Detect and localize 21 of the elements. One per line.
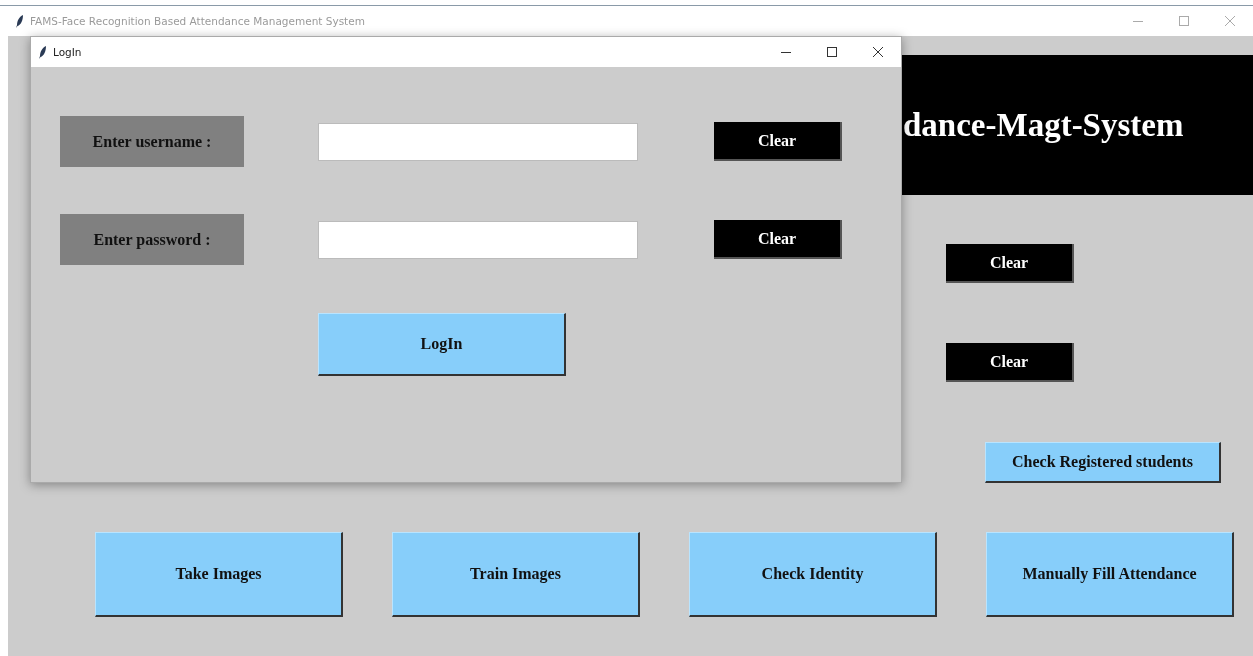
action-button[interactable]: Take Images [95,532,343,617]
feather-icon [16,14,24,28]
field-label: Enter username : [60,116,244,167]
maximize-icon[interactable] [827,47,837,57]
clear-button[interactable]: Clear [714,122,842,161]
action-button[interactable]: Train Images [392,532,640,617]
input-field[interactable] [318,220,638,259]
check-registered-button[interactable]: Check Registered students [985,442,1221,483]
dialog-title: LogIn [53,46,82,58]
field-label: Enter password : [60,214,244,265]
clear-button[interactable]: Clear [946,343,1074,382]
input-field[interactable] [318,122,638,161]
banner-title: dance-Magt-System [903,106,1184,144]
action-button[interactable]: Check Identity [689,532,937,617]
feather-icon [39,45,47,59]
clear-button[interactable]: Clear [946,244,1074,283]
clear-button[interactable]: Clear [714,220,842,259]
window-title: FAMS-Face Recognition Based Attendance Management System [30,15,365,27]
login-button[interactable]: LogIn [318,313,566,376]
close-icon[interactable] [873,47,883,57]
action-button[interactable]: Manually Fill Attendance [986,532,1234,617]
